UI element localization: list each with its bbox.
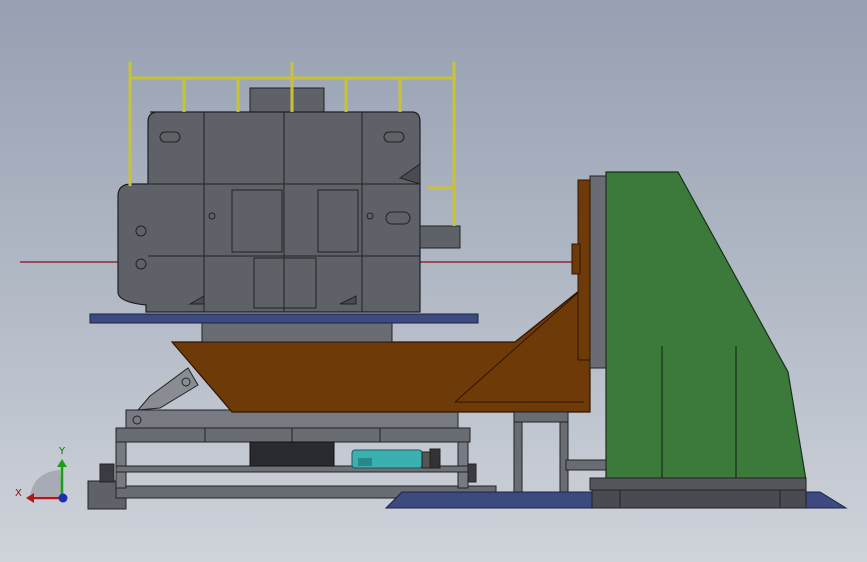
workpiece[interactable] [117, 87, 461, 313]
cad-scene: X Y [15, 62, 848, 510]
axis-y-label: Y [58, 446, 66, 457]
turntable-hub [201, 321, 393, 343]
axis-x-label: X [15, 488, 22, 499]
headstock-column[interactable] [571, 171, 807, 491]
axis-z-marker [58, 493, 68, 503]
coordinate-triad: X Y [15, 446, 68, 503]
cad-viewport[interactable]: X Y [0, 0, 867, 562]
motor[interactable] [351, 448, 441, 469]
base-plate[interactable] [384, 489, 848, 509]
turntable-plate[interactable] [89, 313, 479, 324]
